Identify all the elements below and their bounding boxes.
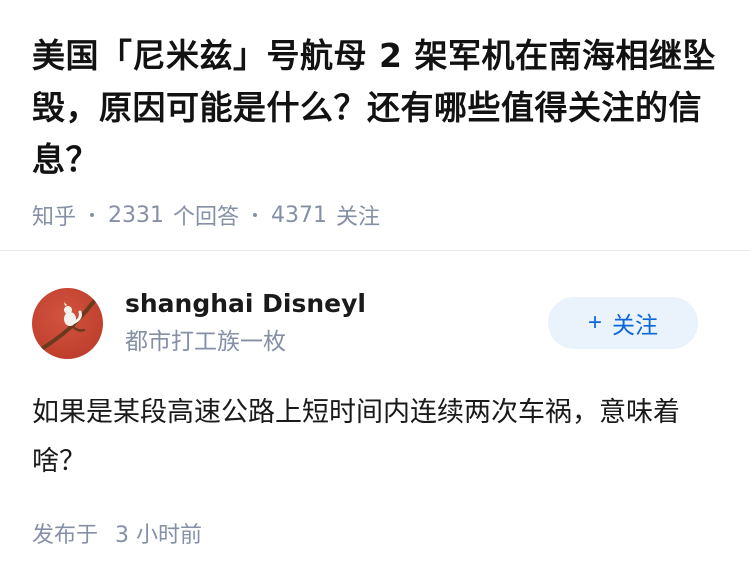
separator-dot	[90, 213, 95, 217]
author-bio: 都市打工族一枚	[125, 329, 286, 355]
publish-label: 发布于	[32, 523, 99, 548]
avatar-image-icon	[38, 293, 100, 352]
answer-text: 如果是某段高速公路上短时间内连续两次车祸，意味着啥？	[32, 397, 680, 477]
answers-count: 2331	[108, 202, 165, 228]
author-name[interactable]: shanghai Disneyl	[125, 287, 548, 321]
answer-page: 美国「尼米兹」号航母 2 架军机在南海相继坠毁，原因可能是什么？还有哪些值得关注…	[0, 0, 750, 588]
author-info: shanghai Disneyl 都市打工族一枚	[125, 287, 548, 359]
plus-icon: +	[587, 309, 602, 336]
source-label[interactable]: 知乎	[32, 199, 76, 231]
question-meta: 知乎 2331 个回答 4371 关注	[32, 199, 720, 231]
follow-label: 关注	[612, 312, 658, 338]
followers-label[interactable]: 关注	[336, 199, 380, 231]
publish-time: 3 小时前	[115, 523, 203, 548]
separator-dot	[253, 213, 258, 217]
publish-meta: 发布于 3 小时前	[32, 520, 202, 552]
follow-button[interactable]: + 关注	[548, 297, 698, 349]
answers-label[interactable]: 个回答	[173, 199, 239, 231]
author-row: shanghai Disneyl 都市打工族一枚 + 关注	[32, 285, 698, 361]
avatar[interactable]	[32, 287, 103, 359]
question-header: 美国「尼米兹」号航母 2 架军机在南海相继坠毁，原因可能是什么？还有哪些值得关注…	[0, 0, 750, 230]
section-divider	[0, 250, 750, 251]
question-title[interactable]: 美国「尼米兹」号航母 2 架军机在南海相继坠毁，原因可能是什么？还有哪些值得关注…	[32, 30, 720, 186]
followers-count: 4371	[271, 202, 328, 228]
